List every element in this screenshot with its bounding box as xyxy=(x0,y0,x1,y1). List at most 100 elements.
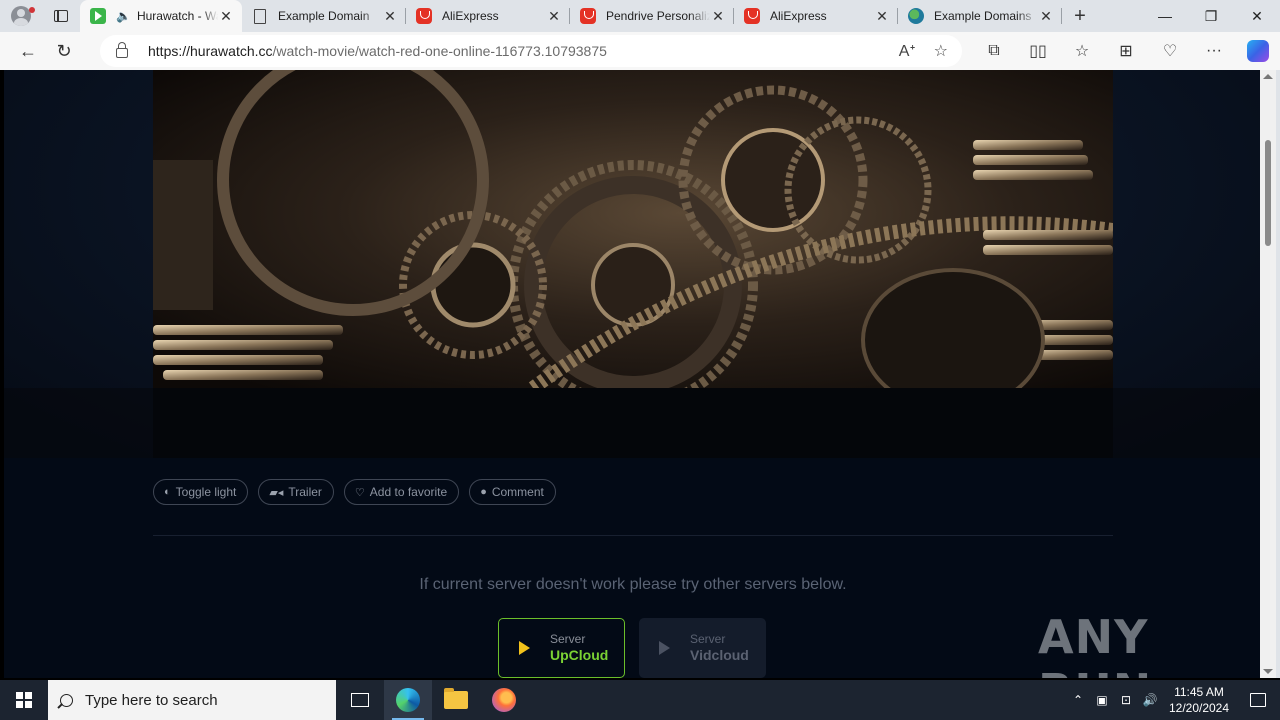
add-to-favorite-label: Add to favorite xyxy=(369,485,448,499)
trailer-label: Trailer xyxy=(288,485,322,499)
globe-icon xyxy=(908,8,924,24)
player-actions: ◐ Toggle light ▰◂ Trailer ♡ Add to favor… xyxy=(153,479,556,505)
copilot-icon[interactable] xyxy=(1236,35,1280,67)
comment-label: Comment xyxy=(491,485,544,499)
chevron-up-icon[interactable]: ⌃ xyxy=(1066,693,1090,707)
windows-logo-icon xyxy=(16,692,32,708)
minimize-button[interactable]: — xyxy=(1142,0,1188,32)
scroll-down-arrow[interactable] xyxy=(1263,669,1273,674)
profile-button[interactable] xyxy=(0,0,42,32)
new-tab-button[interactable]: + xyxy=(1062,0,1098,32)
aliexpress-icon xyxy=(580,8,596,24)
clock[interactable]: 11:45 AM 12/20/2024 xyxy=(1162,684,1236,716)
taskbar-search[interactable]: Type here to search xyxy=(48,680,336,720)
system-tray: ⌃ ▣ ⊡ 🔊 11:45 AM 12/20/2024 xyxy=(1066,680,1280,720)
start-button[interactable] xyxy=(0,680,48,720)
collections-icon[interactable]: ⊞ xyxy=(1104,35,1148,67)
close-icon[interactable]: ✕ xyxy=(382,8,398,24)
tab-title: Pendrive Personalizado xyxy=(606,9,710,23)
lock-icon[interactable] xyxy=(116,42,128,58)
back-button[interactable]: ← xyxy=(10,35,46,67)
server-notice: If current server doesn't work please tr… xyxy=(419,576,847,593)
folder-icon xyxy=(444,688,468,709)
comment-icon: ● xyxy=(480,486,487,498)
play-icon xyxy=(519,641,530,655)
reload-button[interactable]: ↻ xyxy=(46,35,82,67)
hurawatch-icon xyxy=(90,8,106,24)
clock-time: 11:45 AM xyxy=(1174,684,1224,699)
volume-icon[interactable]: 🔊 xyxy=(1138,693,1162,707)
server-name: UpCloud xyxy=(550,646,609,663)
tab-actions-icon xyxy=(54,10,68,22)
aliexpress-icon xyxy=(744,8,760,24)
url-path: /watch-movie/watch-red-one-online-116773… xyxy=(272,43,607,59)
windows-taskbar: Type here to search ⌃ ▣ ⊡ 🔊 11:45 AM 12/… xyxy=(0,680,1280,720)
contrast-icon: ◐ xyxy=(164,486,171,498)
close-icon[interactable]: ✕ xyxy=(710,8,726,24)
search-icon xyxy=(60,693,73,707)
url-host: https://hurawatch.cc xyxy=(148,43,273,59)
taskbar-file-explorer[interactable] xyxy=(432,680,480,720)
favorites-icon[interactable]: ☆ xyxy=(1060,35,1104,67)
search-placeholder: Type here to search xyxy=(85,691,218,709)
video-frame xyxy=(153,70,1113,388)
server-upcloud-button[interactable]: Server UpCloud xyxy=(498,618,625,678)
favorite-star-icon[interactable]: ☆ xyxy=(934,41,948,61)
taskbar-firefox[interactable] xyxy=(480,680,528,720)
avatar xyxy=(11,6,31,26)
close-icon[interactable]: ✕ xyxy=(546,8,562,24)
speaker-icon[interactable]: 🔈 xyxy=(116,9,131,23)
tab-example-domain[interactable]: Example Domain ✕ xyxy=(242,0,406,32)
divider xyxy=(153,535,1113,536)
address-bar[interactable]: https://hurawatch.cc/watch-movie/watch-r… xyxy=(100,35,962,67)
document-icon xyxy=(252,8,268,24)
server-caption: Server xyxy=(550,631,586,646)
tab-title: Example Domains xyxy=(934,9,1032,23)
tab-hurawatch[interactable]: 🔈 Hurawatch - Watch ✕ xyxy=(80,0,242,32)
notification-dot xyxy=(29,7,35,13)
play-icon xyxy=(659,641,670,655)
more-menu-icon[interactable]: ··· xyxy=(1192,35,1236,67)
tab-example-domains[interactable]: Example Domains ✕ xyxy=(898,0,1062,32)
read-aloud-icon[interactable]: Aᐩ xyxy=(899,41,916,61)
page-scrollbar[interactable] xyxy=(1260,70,1276,678)
close-window-button[interactable]: ✕ xyxy=(1234,0,1280,32)
network-icon[interactable]: ⊡ xyxy=(1114,693,1138,707)
add-to-favorite-button[interactable]: ♡ Add to favorite xyxy=(343,479,460,505)
extensions-icon[interactable]: ⧉ xyxy=(972,35,1016,67)
close-icon[interactable]: ✕ xyxy=(1038,8,1054,24)
tab-title: Example Domain xyxy=(278,9,370,23)
edge-icon xyxy=(396,688,420,712)
device-icon[interactable]: ▣ xyxy=(1090,693,1114,707)
tab-title: Hurawatch - Watch xyxy=(136,9,218,23)
server-name: Vidcloud xyxy=(690,646,749,663)
tab-actions-button[interactable] xyxy=(42,0,80,32)
page-viewport: ◐ Toggle light ▰◂ Trailer ♡ Add to favor… xyxy=(4,70,1260,678)
trailer-button[interactable]: ▰◂ Trailer xyxy=(258,479,334,505)
firefox-icon xyxy=(492,688,516,712)
server-vidcloud-button[interactable]: Server Vidcloud xyxy=(639,618,766,678)
tab-pendrive[interactable]: Pendrive Personalizado ✕ xyxy=(570,0,734,32)
browser-essentials-icon[interactable]: ♡ xyxy=(1148,35,1192,67)
server-caption: Server xyxy=(690,631,726,646)
heart-icon: ♡ xyxy=(354,486,365,499)
close-icon[interactable]: ✕ xyxy=(874,8,890,24)
notifications-button[interactable] xyxy=(1236,693,1280,707)
task-view-button[interactable] xyxy=(336,680,384,720)
tab-title: AliExpress xyxy=(442,9,499,23)
scrollbar-thumb[interactable] xyxy=(1265,140,1271,246)
comment-button[interactable]: ● Comment xyxy=(469,479,556,505)
tab-aliexpress-2[interactable]: AliExpress ✕ xyxy=(734,0,898,32)
video-camera-icon: ▰◂ xyxy=(269,486,284,499)
close-icon[interactable]: ✕ xyxy=(218,8,234,24)
scroll-up-arrow[interactable] xyxy=(1263,74,1273,79)
toggle-light-button[interactable]: ◐ Toggle light xyxy=(153,479,249,505)
tab-title: AliExpress xyxy=(770,9,827,23)
taskbar-edge[interactable] xyxy=(384,680,432,720)
restore-button[interactable]: ❐ xyxy=(1188,0,1234,32)
split-screen-icon[interactable]: ▯▯ xyxy=(1016,35,1060,67)
tab-aliexpress[interactable]: AliExpress ✕ xyxy=(406,0,570,32)
server-list: Server UpCloud Server Vidcloud xyxy=(498,618,766,678)
tab-strip: 🔈 Hurawatch - Watch ✕ Example Domain ✕ A… xyxy=(0,0,1280,32)
task-view-icon xyxy=(351,693,369,707)
